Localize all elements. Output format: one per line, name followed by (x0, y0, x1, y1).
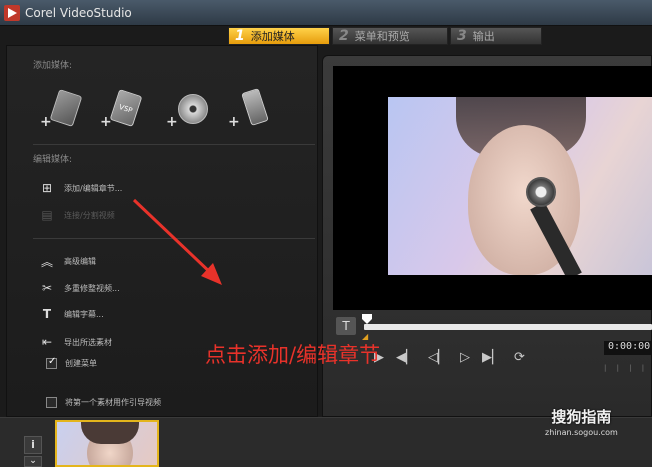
tab-number: 1 (235, 28, 245, 44)
add-edit-chapter-button[interactable]: ⊞ 添加/编辑章节... (36, 180, 122, 196)
join-split-icon: ▤ (41, 208, 53, 222)
tab-output[interactable]: 3 输出 (450, 27, 542, 45)
volume-ticks: | | | | (604, 364, 649, 372)
mobile-device-icon (241, 88, 269, 126)
info-button[interactable]: i (24, 436, 42, 454)
tab-label: 添加媒体 (250, 30, 295, 43)
join-split-label: 连接/分割视频 (64, 210, 115, 220)
tab-label: 输出 (472, 30, 495, 43)
first-clip-intro-checkbox[interactable]: 将第一个素材用作引导视频 (46, 397, 161, 408)
app-icon (4, 5, 20, 21)
create-menu-checkbox[interactable]: 创建菜单 (46, 356, 97, 369)
checkbox-unchecked[interactable] (46, 397, 57, 408)
transport-controls: ▶ ◀▏ ◁▏ ▷ ▶▏ ⟳ (374, 350, 525, 365)
join-split-video-button[interactable]: ▤ 连接/分割视频 (36, 207, 115, 223)
title-bar: Corel VideoStudio (0, 0, 652, 26)
multi-trim-label: 多重修整视频... (64, 283, 120, 293)
export-arrow-icon: ⇤ (41, 335, 53, 349)
tab-number: 3 (457, 28, 467, 44)
plus-icon: + (228, 114, 240, 130)
add-device-button[interactable]: + (228, 88, 274, 130)
multi-trim-icon: ✂ (41, 281, 53, 295)
video-frame (388, 97, 652, 275)
video-film-icon (49, 89, 83, 127)
advanced-edit-toggle[interactable]: ︽ 高级编辑 (36, 253, 96, 269)
disc-icon (178, 94, 208, 124)
edit-media-label: 编辑媒体: (33, 155, 73, 165)
repeat-icon[interactable]: ⟳ (514, 350, 525, 365)
add-disc-button[interactable]: + (166, 88, 212, 130)
create-menu-label: 创建菜单 (65, 359, 97, 368)
multi-trim-button[interactable]: ✂ 多重修整视频... (36, 280, 120, 296)
step-back-icon[interactable]: ◁▏ (428, 350, 448, 365)
tab-label: 菜单和预览 (354, 30, 410, 43)
chevron-up-double-icon: ︽ (40, 254, 53, 269)
step-tabs: 1 添加媒体 2 菜单和预览 3 输出 (228, 27, 542, 45)
tab-add-media[interactable]: 1 添加媒体 (228, 27, 330, 45)
divider (33, 238, 315, 239)
clip-thumbnail[interactable] (55, 420, 159, 467)
chapter-icon: ⊞ (41, 181, 53, 195)
advanced-edit-label: 高级编辑 (64, 256, 96, 266)
add-media-label: 添加媒体: (33, 61, 73, 71)
watermark: 搜狗指南 zhinan.sogou.com (545, 406, 618, 437)
expand-button[interactable]: ⌄ (24, 456, 42, 467)
edit-subtitles-label: 编辑字幕... (64, 309, 104, 319)
add-video-button[interactable]: + (40, 88, 86, 130)
export-clip-label: 导出所选素材 (64, 337, 112, 347)
tab-number: 2 (339, 28, 349, 44)
timecode-display[interactable]: 0:00:00 (604, 341, 652, 355)
text-t-icon: T (42, 307, 52, 321)
scrub-bar[interactable] (364, 324, 652, 330)
plus-icon: + (166, 114, 178, 130)
add-edit-chapter-label: 添加/编辑章节... (64, 183, 123, 193)
checkbox-checked[interactable] (46, 356, 57, 369)
vsp-project-icon: VSP (109, 89, 143, 127)
edit-subtitles-button[interactable]: T 编辑字幕... (36, 306, 104, 322)
step-forward-icon[interactable]: ▷ (460, 350, 470, 365)
next-frame-icon[interactable]: ▶▏ (482, 350, 502, 365)
export-clip-button[interactable]: ⇤ 导出所选素材 (36, 334, 112, 350)
watermark-url: zhinan.sogou.com (545, 428, 618, 437)
annotation-text: 点击添加/编辑章节 (205, 343, 381, 367)
microphone-icon (526, 177, 556, 207)
title-safe-button[interactable]: T (336, 317, 356, 335)
tab-menu-preview[interactable]: 2 菜单和预览 (332, 27, 448, 45)
previous-frame-icon[interactable]: ◀▏ (396, 350, 416, 365)
watermark-logo: 搜狗指南 (551, 408, 612, 426)
window-title: Corel VideoStudio (25, 6, 132, 20)
add-vsp-button[interactable]: + VSP (100, 88, 146, 130)
first-clip-intro-label: 将第一个素材用作引导视频 (65, 398, 161, 407)
divider (33, 144, 315, 145)
